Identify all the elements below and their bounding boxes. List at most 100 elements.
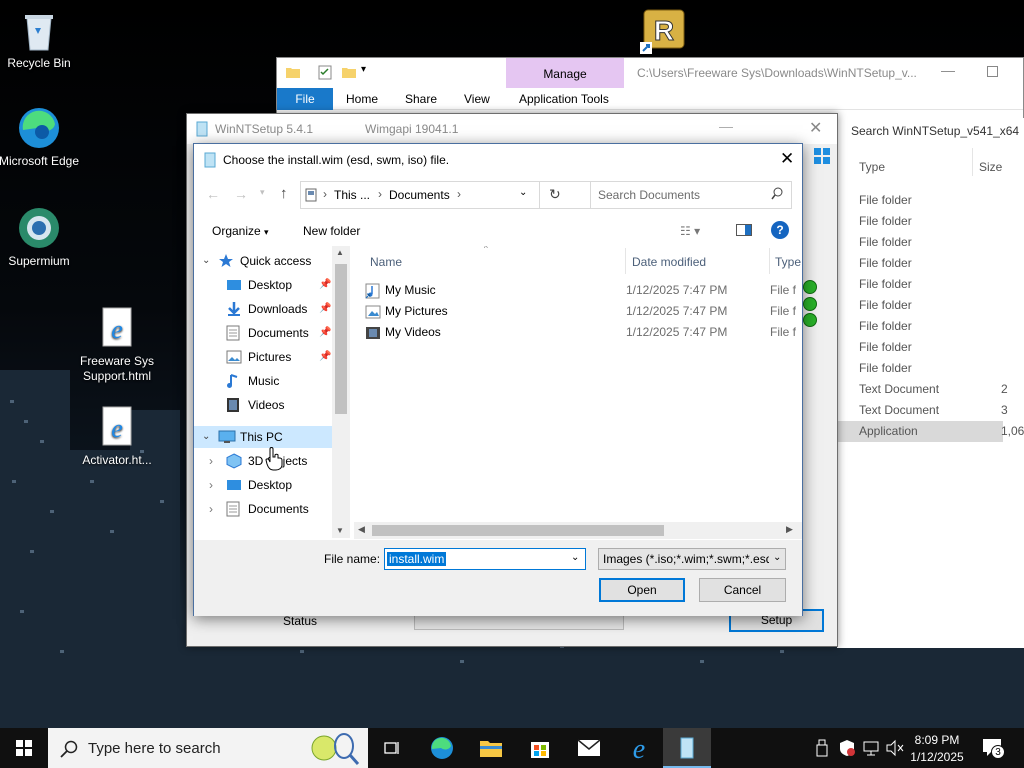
tab-application-tools[interactable]: Application Tools — [519, 88, 609, 110]
taskbar-file-explorer[interactable] — [467, 728, 515, 768]
properties-icon[interactable] — [317, 64, 333, 83]
organize-menu[interactable]: Organize ▾ — [212, 224, 269, 238]
chevron-down-icon[interactable]: ⌄ — [571, 552, 579, 563]
scroll-right-icon[interactable]: ▶ — [786, 524, 793, 535]
expand-chevron-icon[interactable]: › — [209, 474, 213, 496]
open-button[interactable]: Open — [599, 578, 685, 602]
quick-access-dropdown-icon[interactable]: ▾ — [361, 64, 366, 75]
search-icon[interactable] — [771, 187, 783, 204]
breadcrumb-this-pc[interactable]: This ... — [334, 188, 370, 202]
explorer-row[interactable]: File folder — [837, 316, 1003, 337]
recent-locations-icon[interactable]: ▾ — [260, 187, 265, 198]
task-view-button[interactable] — [368, 728, 416, 768]
up-arrow-icon[interactable]: ↑ — [280, 185, 288, 202]
file-type-filter-select[interactable]: Images (*.iso;*.wim;*.swm;*.esd ⌄ — [598, 548, 786, 570]
explorer-row[interactable]: File folder — [837, 295, 1003, 316]
explorer-row[interactable]: Text Document 2 — [837, 379, 1008, 400]
tab-home[interactable]: Home — [346, 88, 378, 110]
scroll-up-icon[interactable]: ▲ — [336, 248, 344, 257]
forward-arrow-icon[interactable]: → — [234, 186, 248, 202]
expand-chevron-icon[interactable]: › — [209, 450, 213, 472]
tree-item-quick-access[interactable]: ⌄ Quick access — [194, 250, 332, 272]
file-row[interactable]: My Videos 1/12/2025 7:47 PM File f — [352, 322, 802, 343]
refresh-icon[interactable]: ↻ — [549, 186, 561, 203]
usb-device-icon[interactable] — [816, 739, 828, 760]
clock-date[interactable]: 1/12/2025 — [908, 750, 966, 764]
tree-item-desktop[interactable]: › Desktop — [194, 474, 332, 496]
close-button[interactable]: ✕ — [780, 149, 794, 169]
taskbar-edge[interactable] — [418, 728, 466, 768]
scroll-down-icon[interactable]: ▼ — [336, 526, 344, 535]
cancel-button[interactable]: Cancel — [699, 578, 786, 602]
desktop-icon-supermium[interactable]: Supermium — [0, 206, 84, 269]
taskbar-mail[interactable] — [565, 728, 613, 768]
tree-scrollbar[interactable]: ▲ ▼ — [332, 246, 350, 538]
scrollbar-thumb[interactable] — [335, 264, 347, 414]
file-list-horizontal-scrollbar[interactable]: ◀ ▶ — [354, 522, 802, 539]
explorer-row[interactable]: File folder — [837, 337, 1003, 358]
tab-share[interactable]: Share — [405, 88, 437, 110]
tree-item-pictures[interactable]: Pictures 📌 — [194, 346, 332, 368]
clock-time[interactable]: 8:09 PM — [908, 733, 966, 747]
explorer-row[interactable]: Application 1,06 — [837, 421, 1024, 442]
tree-item-desktop[interactable]: Desktop 📌 — [194, 274, 332, 296]
column-header-type[interactable]: Type — [775, 250, 801, 274]
start-button[interactable] — [0, 728, 48, 768]
new-folder-icon[interactable] — [341, 64, 357, 83]
tree-item-documents[interactable]: Documents 📌 — [194, 322, 332, 344]
tree-item-3d-objects[interactable]: › 3D Objects — [194, 450, 332, 472]
back-arrow-icon[interactable]: ← — [206, 186, 220, 202]
address-dropdown-icon[interactable]: ⌄ — [519, 187, 527, 198]
expand-chevron-icon[interactable]: ⌄ — [202, 250, 210, 272]
explorer-row[interactable]: File folder — [837, 274, 1003, 295]
maximize-button[interactable] — [987, 66, 998, 77]
tree-item-documents[interactable]: › Documents — [194, 498, 332, 520]
scroll-left-icon[interactable]: ◀ — [358, 524, 365, 535]
tree-item-downloads[interactable]: Downloads 📌 — [194, 298, 332, 320]
tree-item-videos[interactable]: Videos — [194, 394, 332, 416]
taskbar-store[interactable] — [516, 728, 564, 768]
manage-tab-header[interactable]: Manage — [506, 58, 624, 88]
desktop-icon-html-file[interactable]: e Freeware Sys Support.html — [72, 306, 162, 384]
preview-pane-icon[interactable] — [736, 224, 752, 236]
open-file-dialog[interactable]: Choose the install.wim (esd, swm, iso) f… — [193, 143, 803, 616]
tree-item-this-pc[interactable]: ⌄ This PC — [194, 426, 332, 448]
file-name-input[interactable]: install.wim — [387, 552, 447, 566]
view-options-icon[interactable]: ☷ ▾ — [680, 224, 700, 238]
taskbar-winntsetup[interactable] — [663, 728, 711, 768]
help-icon[interactable]: ? — [771, 221, 789, 239]
explorer-search-box[interactable]: Search WinNTSetup_v541_x64 — [851, 124, 1019, 138]
expand-chevron-icon[interactable]: ⌄ — [202, 426, 210, 448]
scrollbar-thumb[interactable] — [372, 525, 664, 536]
file-row[interactable]: My Music 1/12/2025 7:47 PM File f — [352, 280, 802, 301]
expand-chevron-icon[interactable]: › — [209, 498, 213, 520]
close-button[interactable]: ✕ — [809, 118, 822, 138]
tree-item-music[interactable]: Music — [194, 370, 332, 392]
search-documents-box[interactable]: Search Documents — [590, 181, 792, 209]
desktop-icon-activator[interactable]: e Activator.ht... — [72, 405, 162, 468]
tab-view[interactable]: View — [464, 88, 490, 110]
explorer-row[interactable]: File folder — [837, 232, 1003, 253]
explorer-row[interactable]: Text Document 3 — [837, 400, 1008, 421]
desktop-icon-recycle-bin[interactable]: Recycle Bin — [0, 8, 84, 71]
explorer-row[interactable]: File folder — [837, 211, 1003, 232]
minimize-button[interactable]: — — [941, 62, 955, 78]
column-header-date-modified[interactable]: Date modified — [632, 250, 706, 274]
volume-muted-icon[interactable] — [885, 739, 905, 760]
minimize-button[interactable]: — — [719, 118, 733, 134]
taskbar-search-box[interactable]: Type here to search — [48, 728, 368, 768]
explorer-row[interactable]: File folder — [837, 358, 1003, 379]
column-header-type[interactable]: Type — [859, 160, 885, 174]
explorer-row[interactable]: File folder — [837, 190, 1003, 211]
network-icon[interactable] — [862, 739, 880, 760]
security-warning-icon[interactable] — [838, 739, 856, 760]
taskbar-internet-explorer[interactable]: e — [614, 728, 662, 768]
tab-file[interactable]: File — [277, 88, 333, 110]
new-folder-button[interactable]: New folder — [303, 224, 360, 238]
breadcrumb-documents[interactable]: Documents — [389, 188, 450, 202]
file-name-combobox[interactable]: install.wim ⌄ — [384, 548, 586, 570]
desktop-icon-rufus[interactable]: R — [640, 8, 686, 54]
action-center-button[interactable]: 3 — [982, 738, 1005, 761]
column-header-name[interactable]: Name — [370, 250, 402, 274]
desktop-icon-edge[interactable]: Microsoft Edge — [0, 106, 84, 169]
